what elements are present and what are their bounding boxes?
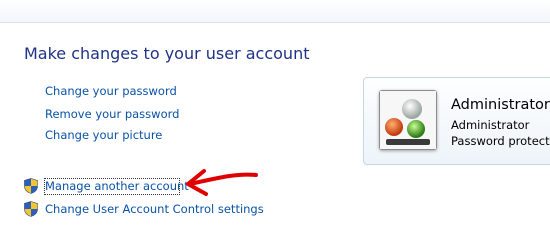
window-top-strip bbox=[0, 0, 550, 23]
uac-shield-icon bbox=[24, 201, 38, 217]
remove-password-link[interactable]: Remove your password bbox=[45, 107, 179, 121]
page-title: Make changes to your user account bbox=[24, 44, 310, 63]
user-avatar bbox=[379, 90, 437, 150]
uac-shield-icon bbox=[24, 178, 38, 194]
account-password-status: Password protected bbox=[451, 134, 550, 148]
red-arrow-annotation bbox=[186, 169, 258, 196]
account-card: Administrator Administrator Password pro… bbox=[363, 77, 550, 165]
change-picture-link[interactable]: Change your picture bbox=[45, 128, 162, 142]
manage-another-account-link[interactable]: Manage another account bbox=[45, 179, 189, 193]
chess-pieces-icon bbox=[380, 91, 436, 149]
account-name: Administrator bbox=[451, 97, 550, 113]
account-type: Administrator bbox=[451, 118, 530, 132]
change-password-link[interactable]: Change your password bbox=[45, 84, 177, 98]
change-uac-settings-link[interactable]: Change User Account Control settings bbox=[45, 202, 264, 216]
